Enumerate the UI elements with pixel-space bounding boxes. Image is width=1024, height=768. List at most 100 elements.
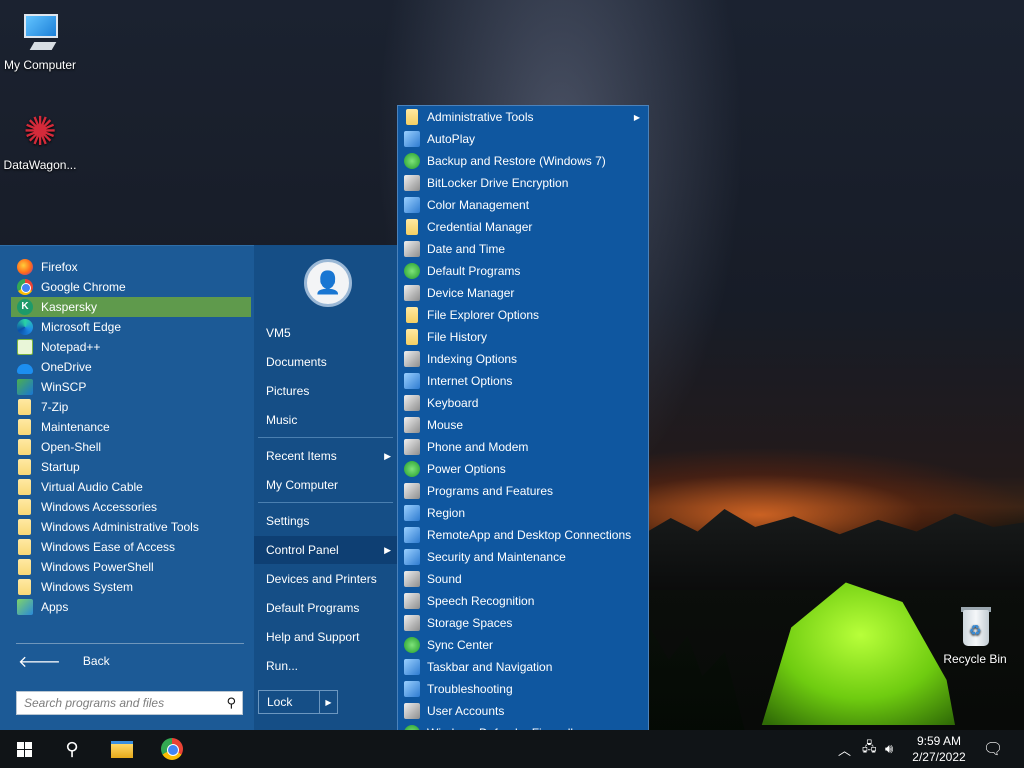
folder-icon bbox=[18, 439, 31, 455]
chevron-right-icon[interactable]: ▶ bbox=[319, 691, 337, 713]
start-menu-places-pane: 👤 VM5 Documents Pictures Music Recent It… bbox=[254, 245, 397, 730]
program-label: Windows Administrative Tools bbox=[41, 520, 199, 534]
search-input[interactable]: Search programs and files ⚲ bbox=[16, 691, 243, 715]
control-panel-item-label: Keyboard bbox=[427, 396, 479, 410]
taskbar-chrome[interactable] bbox=[148, 730, 196, 768]
control-panel-item[interactable]: Troubleshooting bbox=[398, 678, 648, 700]
menu-item-control-panel[interactable]: Control Panel ▶ bbox=[254, 536, 397, 564]
tray-show-hidden-button[interactable]: ︿ bbox=[838, 730, 851, 768]
program-item[interactable]: Maintenance bbox=[11, 417, 251, 437]
program-label: Maintenance bbox=[41, 420, 110, 434]
program-item[interactable]: Windows PowerShell bbox=[11, 557, 251, 577]
control-panel-item[interactable]: BitLocker Drive Encryption bbox=[398, 172, 648, 194]
control-panel-item[interactable]: Phone and Modem bbox=[398, 436, 648, 458]
menu-item-documents[interactable]: Documents bbox=[254, 348, 397, 376]
control-panel-item[interactable]: Sync Center bbox=[398, 634, 648, 656]
control-panel-item[interactable]: Mouse bbox=[398, 414, 648, 436]
edge-icon bbox=[17, 319, 33, 335]
control-panel-item[interactable]: File Explorer Options bbox=[398, 304, 648, 326]
menu-label: Recent Items bbox=[266, 449, 337, 463]
desktop-icon-my-computer[interactable]: My Computer bbox=[0, 8, 80, 72]
start-button[interactable] bbox=[0, 730, 48, 768]
program-item[interactable]: Microsoft Edge bbox=[11, 317, 251, 337]
program-item[interactable]: Windows Administrative Tools bbox=[11, 517, 251, 537]
control-panel-applet-icon bbox=[404, 527, 420, 543]
control-panel-item[interactable]: Device Manager bbox=[398, 282, 648, 304]
taskbar-search-button[interactable]: ⚲ bbox=[48, 730, 96, 768]
menu-item-default-programs[interactable]: Default Programs bbox=[254, 594, 397, 622]
menu-item-devices-printers[interactable]: Devices and Printers bbox=[254, 565, 397, 593]
tray-network-button[interactable]: 🖧 bbox=[862, 730, 877, 768]
menu-item-recent-items[interactable]: Recent Items ▶ bbox=[254, 442, 397, 470]
control-panel-applet-icon bbox=[404, 615, 420, 631]
control-panel-item[interactable]: Credential Manager bbox=[398, 216, 648, 238]
program-item[interactable]: Google Chrome bbox=[11, 277, 251, 297]
program-item[interactable]: OneDrive bbox=[11, 357, 251, 377]
desktop-icon-datawagon[interactable]: ✺ DataWagon... bbox=[0, 108, 80, 172]
menu-item-help-support[interactable]: Help and Support bbox=[254, 623, 397, 651]
control-panel-item-label: RemoteApp and Desktop Connections bbox=[427, 528, 632, 542]
control-panel-item[interactable]: Power Options bbox=[398, 458, 648, 480]
program-item[interactable]: K Kaspersky bbox=[11, 297, 251, 317]
menu-label: Run... bbox=[266, 659, 299, 673]
menu-label: My Computer bbox=[266, 478, 339, 492]
chevron-up-icon: ︿ bbox=[838, 742, 852, 758]
control-panel-item[interactable]: Administrative Tools ▶ bbox=[398, 106, 648, 128]
menu-label: Pictures bbox=[266, 384, 310, 398]
program-item[interactable]: Virtual Audio Cable bbox=[11, 477, 251, 497]
program-item[interactable]: Startup bbox=[11, 457, 251, 477]
program-item[interactable]: Windows Accessories bbox=[11, 497, 251, 517]
control-panel-item-label: Region bbox=[427, 506, 466, 520]
desktop-icon-label: My Computer bbox=[3, 58, 77, 72]
program-item[interactable]: Firefox bbox=[11, 257, 251, 277]
control-panel-item[interactable]: File History bbox=[398, 326, 648, 348]
program-item[interactable]: Windows Ease of Access bbox=[11, 537, 251, 557]
control-panel-item[interactable]: Taskbar and Navigation bbox=[398, 656, 648, 678]
program-item[interactable]: Notepad++ bbox=[11, 337, 251, 357]
folder-icon bbox=[18, 559, 31, 575]
control-panel-item[interactable]: Color Management bbox=[398, 194, 648, 216]
control-panel-item[interactable]: Programs and Features bbox=[398, 480, 648, 502]
tray-clock[interactable]: 9:59 AM 2/27/2022 bbox=[906, 733, 972, 765]
control-panel-item[interactable]: Backup and Restore (Windows 7) bbox=[398, 150, 648, 172]
control-panel-item[interactable]: Keyboard bbox=[398, 392, 648, 414]
menu-item-run[interactable]: Run... bbox=[254, 652, 397, 680]
volume-icon: 🔊︎ bbox=[885, 741, 894, 756]
control-panel-item[interactable]: Speech Recognition bbox=[398, 590, 648, 612]
menu-item-pictures[interactable]: Pictures bbox=[254, 377, 397, 405]
control-panel-item[interactable]: Storage Spaces bbox=[398, 612, 648, 634]
control-panel-item[interactable]: Region bbox=[398, 502, 648, 524]
menu-item-user[interactable]: VM5 bbox=[254, 319, 397, 347]
user-avatar[interactable]: 👤 bbox=[304, 259, 352, 307]
back-button[interactable]: 🡐 Back bbox=[18, 651, 110, 671]
menu-item-my-computer[interactable]: My Computer bbox=[254, 471, 397, 499]
program-item[interactable]: WinSCP bbox=[11, 377, 251, 397]
desktop-icon-recycle-bin[interactable]: ♻ Recycle Bin bbox=[935, 602, 1015, 666]
control-panel-item-label: Mouse bbox=[427, 418, 464, 432]
tray-volume-button[interactable]: 🔊︎ bbox=[885, 730, 893, 768]
taskbar-file-explorer[interactable] bbox=[98, 730, 146, 768]
menu-item-settings[interactable]: Settings bbox=[254, 507, 397, 535]
program-item[interactable]: Open-Shell bbox=[11, 437, 251, 457]
program-label: Windows Ease of Access bbox=[41, 540, 176, 554]
control-panel-item[interactable]: Date and Time bbox=[398, 238, 648, 260]
program-item[interactable]: Windows System bbox=[11, 577, 251, 597]
program-item[interactable]: Apps bbox=[11, 597, 251, 617]
file-explorer-icon bbox=[111, 740, 133, 758]
menu-item-music[interactable]: Music bbox=[254, 406, 397, 434]
lock-button[interactable]: Lock ▶ bbox=[258, 690, 338, 714]
program-item[interactable]: 7-Zip bbox=[11, 397, 251, 417]
control-panel-item-label: Phone and Modem bbox=[427, 440, 529, 454]
control-panel-item-label: Power Options bbox=[427, 462, 506, 476]
control-panel-item[interactable]: Default Programs bbox=[398, 260, 648, 282]
control-panel-item[interactable]: Indexing Options bbox=[398, 348, 648, 370]
search-icon[interactable]: ⚲ bbox=[226, 695, 236, 711]
control-panel-item[interactable]: AutoPlay bbox=[398, 128, 648, 150]
control-panel-item[interactable]: Sound bbox=[398, 568, 648, 590]
control-panel-item-label: Sound bbox=[427, 572, 462, 586]
control-panel-item[interactable]: Security and Maintenance bbox=[398, 546, 648, 568]
control-panel-item[interactable]: Internet Options bbox=[398, 370, 648, 392]
control-panel-item[interactable]: User Accounts bbox=[398, 700, 648, 722]
notifications-button[interactable]: 🗨︎ bbox=[983, 730, 1003, 768]
control-panel-item[interactable]: RemoteApp and Desktop Connections bbox=[398, 524, 648, 546]
